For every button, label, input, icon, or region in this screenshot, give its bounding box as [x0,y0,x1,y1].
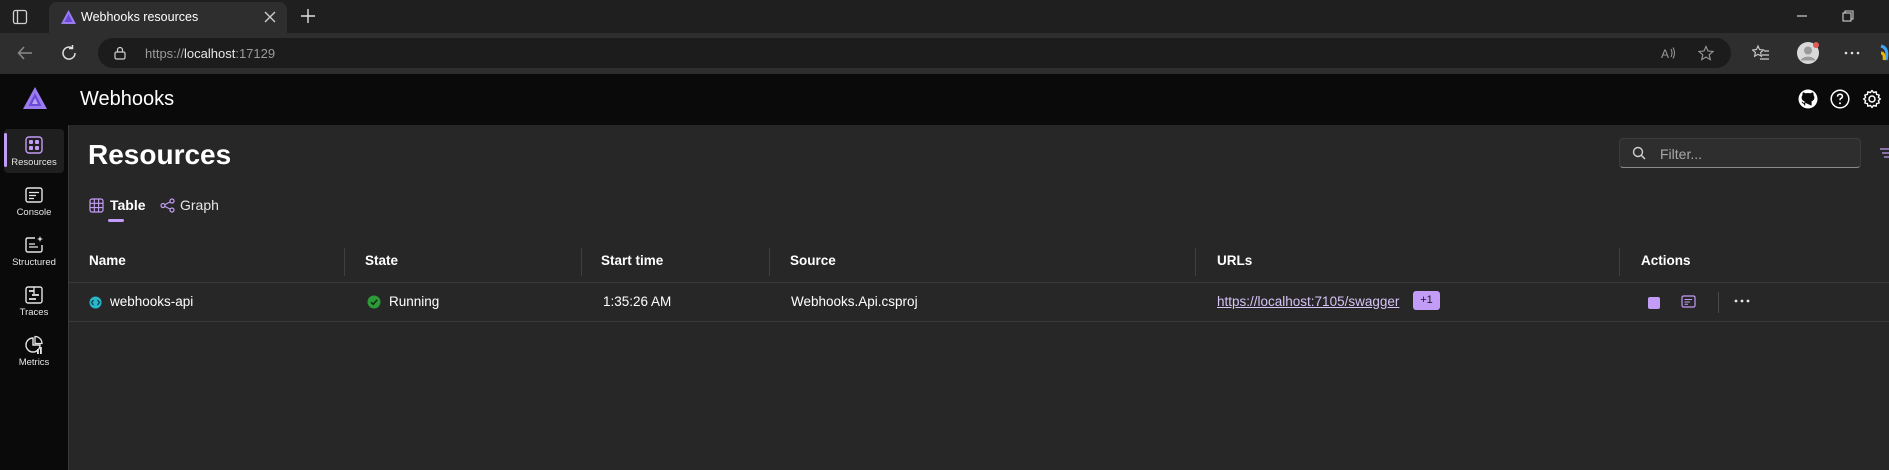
sidebar-item-label: Traces [19,307,49,318]
back-arrow-icon[interactable] [16,44,34,62]
active-indicator [4,133,7,167]
github-icon[interactable] [1798,89,1818,109]
new-tab-icon[interactable] [300,8,316,24]
column-header-start-time[interactable]: Start time [601,253,663,268]
column-header-source[interactable]: Source [790,253,836,268]
tab-label: Table [110,197,146,213]
column-header-state[interactable]: State [365,253,398,268]
resource-url-link[interactable]: https://localhost:7105/swagger [1217,294,1399,309]
column-resize-handle[interactable] [581,248,582,276]
selected-tab-indicator [108,219,124,222]
view-console-logs-icon[interactable] [1681,295,1696,308]
search-icon [1632,146,1646,160]
traces-icon [24,285,44,305]
resource-state: Running [389,294,440,309]
refresh-icon[interactable] [60,44,78,62]
browser-toolbar: https://localhost:17129 A [0,33,1889,74]
more-urls-badge[interactable]: +1 [1413,291,1440,310]
main-content: Resources Table Graph Name State Start t… [69,125,1889,470]
filter-input[interactable] [1658,143,1852,165]
column-header-actions: Actions [1641,253,1691,268]
metrics-icon [24,335,44,355]
sidebar-item-metrics[interactable]: Metrics [4,329,64,373]
page-title: Resources [88,139,232,170]
settings-gear-icon[interactable] [1862,89,1882,109]
column-resize-handle[interactable] [769,248,770,276]
url-text[interactable]: https://localhost:17129 [145,46,275,61]
actions-divider [1718,292,1719,313]
profile-avatar[interactable] [1796,41,1820,65]
copilot-icon[interactable] [1880,44,1889,62]
browser-tab-title: Webhooks resources [81,10,199,24]
sidebar-item-traces[interactable]: Traces [4,279,64,323]
favorites-list-icon[interactable] [1752,44,1770,62]
stop-resource-button[interactable] [1648,297,1660,309]
app-title: Webhooks [80,88,175,110]
resource-start-time: 1:35:26 AM [603,294,672,309]
resources-icon [24,135,44,155]
sidebar-item-label: Console [16,207,52,218]
sidebar-item-console[interactable]: Console [4,179,64,223]
address-bar[interactable]: https://localhost:17129 A [98,38,1731,68]
tab-label: Graph [180,197,219,213]
minimize-window-icon[interactable] [1796,10,1808,22]
sidebar-item-label: Resources [11,157,57,168]
resource-name[interactable]: webhooks-api [110,294,193,309]
help-icon[interactable] [1830,89,1850,109]
side-navigation: Resources Console Structured Traces Metr… [0,125,69,470]
browser-tab[interactable]: Webhooks resources [49,2,287,33]
table-row[interactable]: webhooks-api Running 1:35:26 AM Webhooks… [69,283,1889,322]
app-header: Webhooks [0,74,1889,125]
column-header-name[interactable]: Name [89,253,126,268]
sidebar-item-resources[interactable]: Resources [4,129,64,173]
favorite-star-icon[interactable] [1698,45,1714,61]
sidebar-item-label: Structured [12,257,56,268]
browser-tab-strip: Webhooks resources [0,0,1889,33]
lock-icon[interactable] [113,46,127,60]
url-port: :17129 [235,46,276,61]
aspire-favicon-icon [61,10,76,24]
running-status-icon [367,295,381,309]
tab-actions-icon[interactable] [12,9,28,25]
resource-source: Webhooks.Api.csproj [791,294,918,309]
graph-icon [160,198,175,213]
column-resize-handle[interactable] [1195,248,1196,276]
filter-box[interactable] [1619,138,1861,168]
column-resize-handle[interactable] [344,248,345,276]
close-tab-icon[interactable] [264,11,276,23]
console-icon [24,185,44,205]
column-resize-handle[interactable] [1619,248,1620,276]
restore-window-icon[interactable] [1842,10,1854,22]
column-header-urls[interactable]: URLs [1217,253,1252,268]
sidebar-item-structured[interactable]: Structured [4,229,64,273]
filter-options-icon[interactable] [1880,147,1889,159]
table-icon [89,198,104,213]
structured-icon [24,235,44,255]
svg-text:A: A [1661,47,1669,61]
aspire-logo-icon[interactable] [23,87,47,109]
url-scheme: https:// [145,46,185,61]
sidebar-item-label: Metrics [18,357,50,368]
browser-more-icon[interactable] [1843,44,1861,62]
read-aloud-icon[interactable]: A [1660,45,1676,61]
project-resource-icon [89,296,102,309]
grid-header: Name State Start time Source URLs Action… [69,242,1889,283]
more-actions-icon[interactable] [1734,299,1750,303]
url-host: localhost [184,46,236,61]
